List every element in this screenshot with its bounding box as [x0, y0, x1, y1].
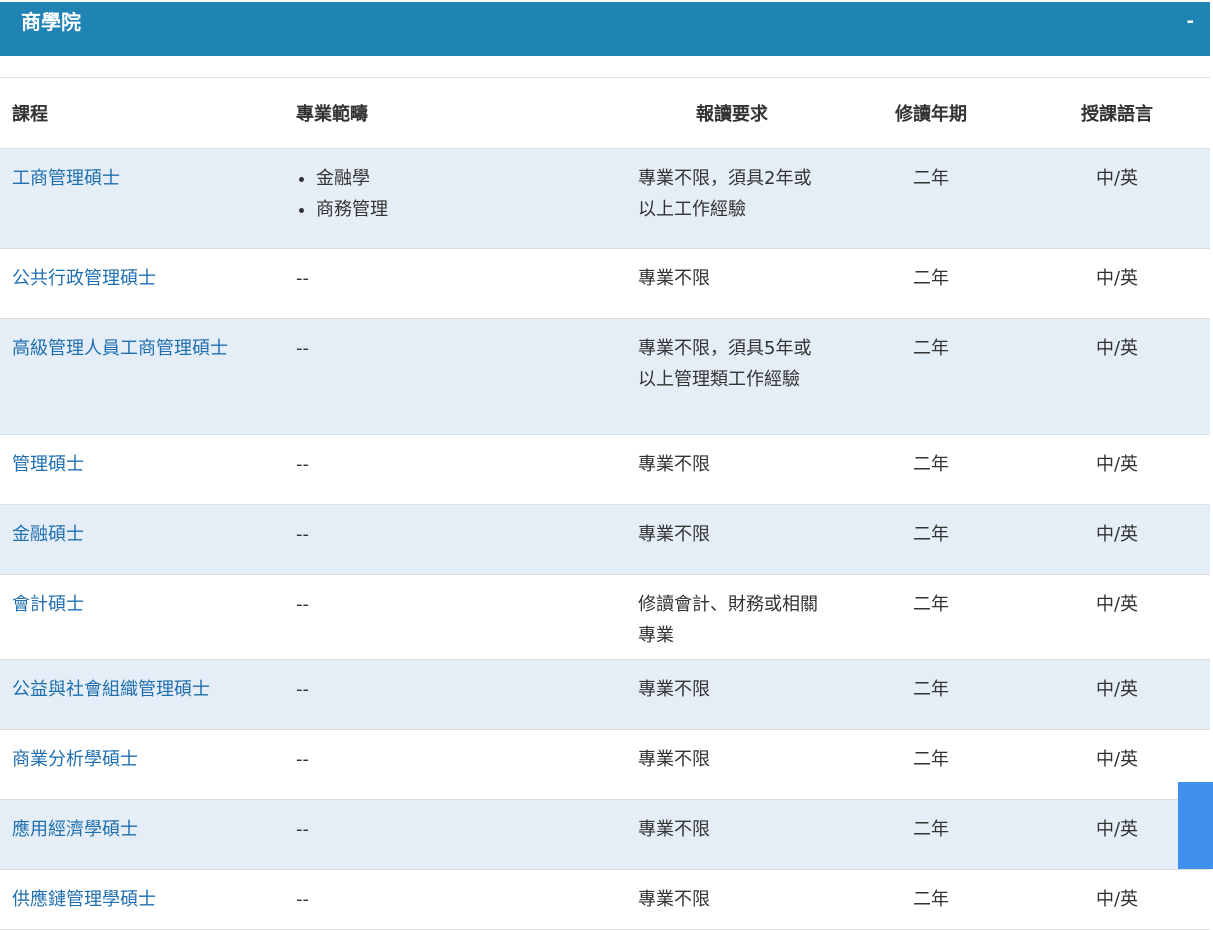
requirement-cell: 專業不限，須具5年或以上管理類工作經驗	[626, 318, 838, 435]
requirement-text: 專業不限	[638, 819, 710, 840]
course-link[interactable]: 管理碩士	[12, 454, 84, 475]
course-cell: 管理碩士	[0, 434, 284, 505]
duration-cell: 二年	[838, 504, 1024, 575]
course-cell: 高級管理人員工商管理碩士	[0, 318, 284, 435]
requirement-text: 專業不限，須具2年或以上工作經驗	[638, 168, 812, 220]
requirement-text: 專業不限	[638, 268, 710, 289]
field-cell: --	[284, 659, 626, 730]
course-cell: 金融碩士	[0, 504, 284, 575]
field-cell: --	[284, 318, 626, 435]
requirement-cell: 專業不限	[626, 248, 838, 319]
language-cell: 中/英	[1024, 869, 1210, 930]
requirement-text: 專業不限，須具5年或以上管理類工作經驗	[638, 338, 812, 390]
requirement-text: 專業不限	[638, 679, 710, 700]
duration-cell: 二年	[838, 869, 1024, 930]
table-row: 高級管理人員工商管理碩士 -- 專業不限，須具5年或以上管理類工作經驗 二年 中/英	[0, 318, 1210, 435]
section-title: 商學院	[21, 10, 81, 34]
language-cell: 中/英	[1024, 434, 1210, 505]
course-link[interactable]: 應用經濟學碩士	[12, 819, 138, 840]
table-body: 工商管理碩士金融學商務管理專業不限，須具2年或以上工作經驗二年中/英公共行政管理…	[0, 148, 1210, 930]
duration-cell: 二年	[838, 148, 1024, 249]
field-cell: --	[284, 729, 626, 800]
header-field: 專業範疇	[284, 77, 626, 149]
requirement-cell: 專業不限	[626, 869, 838, 930]
requirement-text: 修讀會計、財務或相關專業	[638, 594, 818, 646]
course-link[interactable]: 公共行政管理碩士	[12, 268, 156, 289]
duration-cell: 二年	[838, 318, 1024, 435]
field-cell: --	[284, 248, 626, 319]
table-row: 公共行政管理碩士 -- 專業不限 二年 中/英	[0, 248, 1210, 319]
table-row: 應用經濟學碩士 -- 專業不限 二年 中/英	[0, 799, 1210, 870]
language-cell: 中/英	[1024, 659, 1210, 730]
requirement-cell: 專業不限	[626, 799, 838, 870]
duration-cell: 二年	[838, 574, 1024, 660]
requirement-text: 專業不限	[638, 524, 710, 545]
section-header[interactable]: 商學院 -	[0, 2, 1210, 56]
field-cell: --	[284, 434, 626, 505]
field-list: 金融學商務管理	[296, 163, 614, 225]
header-duration: 修讀年期	[838, 77, 1024, 149]
header-requirement: 報讀要求	[626, 77, 838, 149]
course-cell: 工商管理碩士	[0, 148, 284, 249]
table-row: 會計碩士 -- 修讀會計、財務或相關專業 二年 中/英	[0, 574, 1210, 660]
language-cell: 中/英	[1024, 504, 1210, 575]
duration-cell: 二年	[838, 248, 1024, 319]
course-link[interactable]: 會計碩士	[12, 594, 84, 615]
course-cell: 商業分析學碩士	[0, 729, 284, 800]
table-row: 商業分析學碩士 -- 專業不限 二年 中/英	[0, 729, 1210, 800]
course-cell: 公共行政管理碩士	[0, 248, 284, 319]
duration-cell: 二年	[838, 799, 1024, 870]
language-cell: 中/英	[1024, 248, 1210, 319]
table-header-row: 課程 專業範疇 報讀要求 修讀年期 授課語言	[0, 77, 1210, 149]
table-row: 金融碩士 -- 專業不限 二年 中/英	[0, 504, 1210, 575]
requirement-text: 專業不限	[638, 749, 710, 770]
table-row: 公益與社會組織管理碩士 -- 專業不限 二年 中/英	[0, 659, 1210, 730]
requirement-cell: 專業不限	[626, 729, 838, 800]
table-row: 工商管理碩士 金融學商務管理專業不限，須具2年或以上工作經驗二年中/英	[0, 148, 1210, 249]
field-list-item: 商務管理	[316, 194, 614, 225]
course-table: 課程 專業範疇 報讀要求 修讀年期 授課語言 工商管理碩士金融學商務管理專業不限…	[0, 77, 1210, 930]
field-cell: --	[284, 504, 626, 575]
header-language: 授課語言	[1024, 77, 1210, 149]
table-row: 管理碩士 -- 專業不限 二年 中/英	[0, 434, 1210, 505]
course-cell: 供應鏈管理學碩士	[0, 869, 284, 930]
duration-cell: 二年	[838, 434, 1024, 505]
requirement-cell: 修讀會計、財務或相關專業	[626, 574, 838, 660]
table-row: 供應鏈管理學碩士 -- 專業不限 二年 中/英	[0, 869, 1210, 930]
field-cell: --	[284, 574, 626, 660]
requirement-cell: 專業不限	[626, 659, 838, 730]
duration-cell: 二年	[838, 659, 1024, 730]
course-link[interactable]: 供應鏈管理學碩士	[12, 889, 156, 910]
requirement-cell: 專業不限，須具2年或以上工作經驗	[626, 148, 838, 249]
requirement-text: 專業不限	[638, 889, 710, 910]
language-cell: 中/英	[1024, 148, 1210, 249]
course-link[interactable]: 高級管理人員工商管理碩士	[12, 338, 228, 359]
course-cell: 公益與社會組織管理碩士	[0, 659, 284, 730]
requirement-cell: 專業不限	[626, 504, 838, 575]
course-link[interactable]: 金融碩士	[12, 524, 84, 545]
scroll-to-top-button[interactable]	[1178, 782, 1213, 869]
course-link[interactable]: 工商管理碩士	[12, 168, 120, 189]
field-list-item: 金融學	[316, 163, 614, 194]
course-cell: 應用經濟學碩士	[0, 799, 284, 870]
course-link[interactable]: 公益與社會組織管理碩士	[12, 679, 210, 700]
field-cell: --	[284, 869, 626, 930]
field-cell: 金融學商務管理	[284, 148, 626, 249]
duration-cell: 二年	[838, 729, 1024, 800]
requirement-text: 專業不限	[638, 454, 710, 475]
course-cell: 會計碩士	[0, 574, 284, 660]
collapse-toggle[interactable]: -	[1187, 9, 1194, 35]
field-cell: --	[284, 799, 626, 870]
course-link[interactable]: 商業分析學碩士	[12, 749, 138, 770]
language-cell: 中/英	[1024, 574, 1210, 660]
language-cell: 中/英	[1024, 318, 1210, 435]
header-course: 課程	[0, 77, 284, 149]
requirement-cell: 專業不限	[626, 434, 838, 505]
